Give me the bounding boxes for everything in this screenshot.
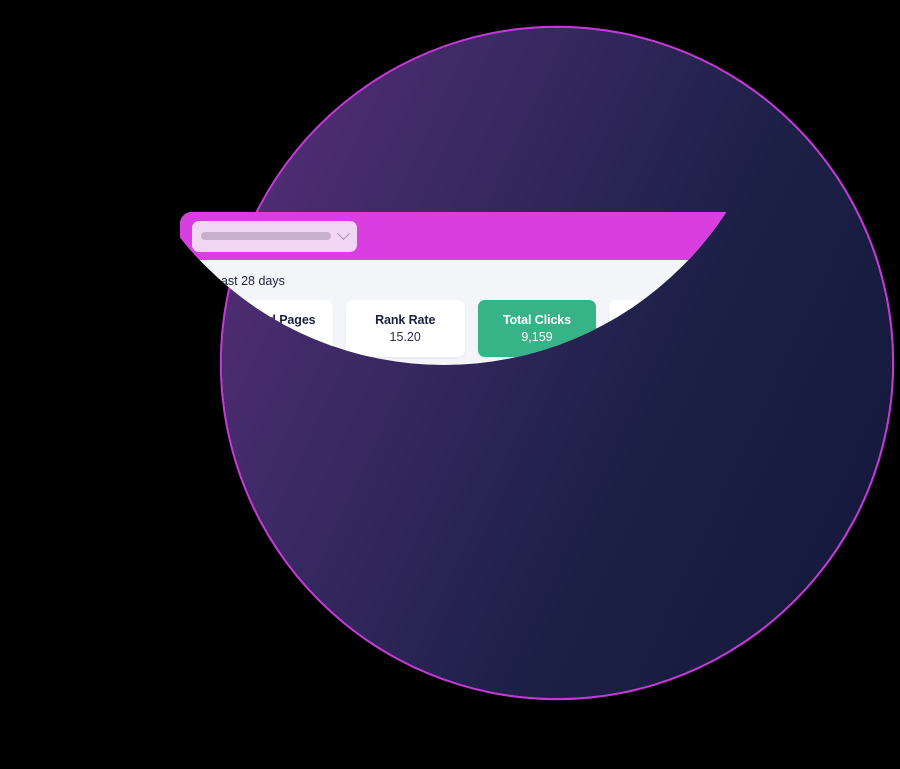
- ctr-cell: 0.78%: [594, 749, 626, 762]
- position-cell: 4.14: [514, 749, 536, 762]
- status-badge: opportunity: [720, 666, 792, 686]
- page-skeleton-group: [216, 752, 411, 760]
- impressions-cell: 2,041: [456, 749, 484, 762]
- y-axis-tick-label: 0: [242, 492, 247, 501]
- page-skeleton-bar: [216, 712, 313, 720]
- screenshot-stage: Last 28 days Ranked Pages25Rank Rate15.2…: [0, 0, 900, 769]
- clicks-growth-cell: -: [667, 709, 671, 722]
- url-dropdown[interactable]: [192, 220, 357, 252]
- page-skeleton-bar: [216, 679, 336, 687]
- column-header-frase-doc[interactable]: Frase Doc: [800, 636, 804, 648]
- page-skeleton-bar: [216, 752, 390, 760]
- chevron-down-icon: [301, 596, 309, 604]
- impressions-cell: 1,381: [456, 709, 484, 722]
- kpi-card-rank-rate[interactable]: Rank Rate 15.20: [345, 300, 465, 357]
- tab-pages[interactable]: Pages: [214, 548, 249, 564]
- frase-doc-cell[interactable]: +: [800, 668, 804, 683]
- status-cell: top result: [712, 746, 800, 766]
- ctr-cell: 1.45%: [594, 709, 626, 722]
- page-cell: [214, 665, 411, 687]
- kpi-label: Total Clicks: [502, 313, 572, 327]
- page-cell: [214, 752, 411, 760]
- page-skeleton-group: [216, 712, 411, 720]
- kpi-label: Rank Rate: [375, 313, 436, 327]
- filter-label: All Pages: [238, 595, 287, 608]
- status-badge: quick win: [725, 706, 788, 726]
- kpi-value: 9,159: [521, 330, 553, 344]
- clicks-cell: 20: [563, 709, 576, 722]
- funnel-icon: [223, 597, 232, 606]
- clicks-growth-cell: 2x: [663, 749, 675, 762]
- page-cell: [214, 712, 411, 720]
- chevron-down-icon: [337, 226, 350, 240]
- url-placeholder-skeleton: [201, 232, 331, 240]
- page-skeleton-group: [216, 665, 411, 687]
- status-cell: opportunity: [712, 666, 800, 686]
- page-skeleton-bar: [216, 665, 390, 673]
- position-cell: 19.30: [508, 709, 536, 722]
- status-badge: top result: [725, 746, 788, 766]
- clicks-cell: 16: [563, 749, 576, 762]
- table-row[interactable]: 1,381 19.30 20 1.45% - quick win +: [214, 695, 804, 735]
- status-cell: quick win: [712, 706, 800, 726]
- table-row[interactable]: 2,041 4.14 16 0.78% 2x top result: [214, 735, 804, 769]
- frase-doc-cell[interactable]: +: [800, 708, 804, 723]
- all-pages-filter-button[interactable]: All Pages: [214, 588, 317, 615]
- kpi-value: 15.20: [389, 330, 421, 344]
